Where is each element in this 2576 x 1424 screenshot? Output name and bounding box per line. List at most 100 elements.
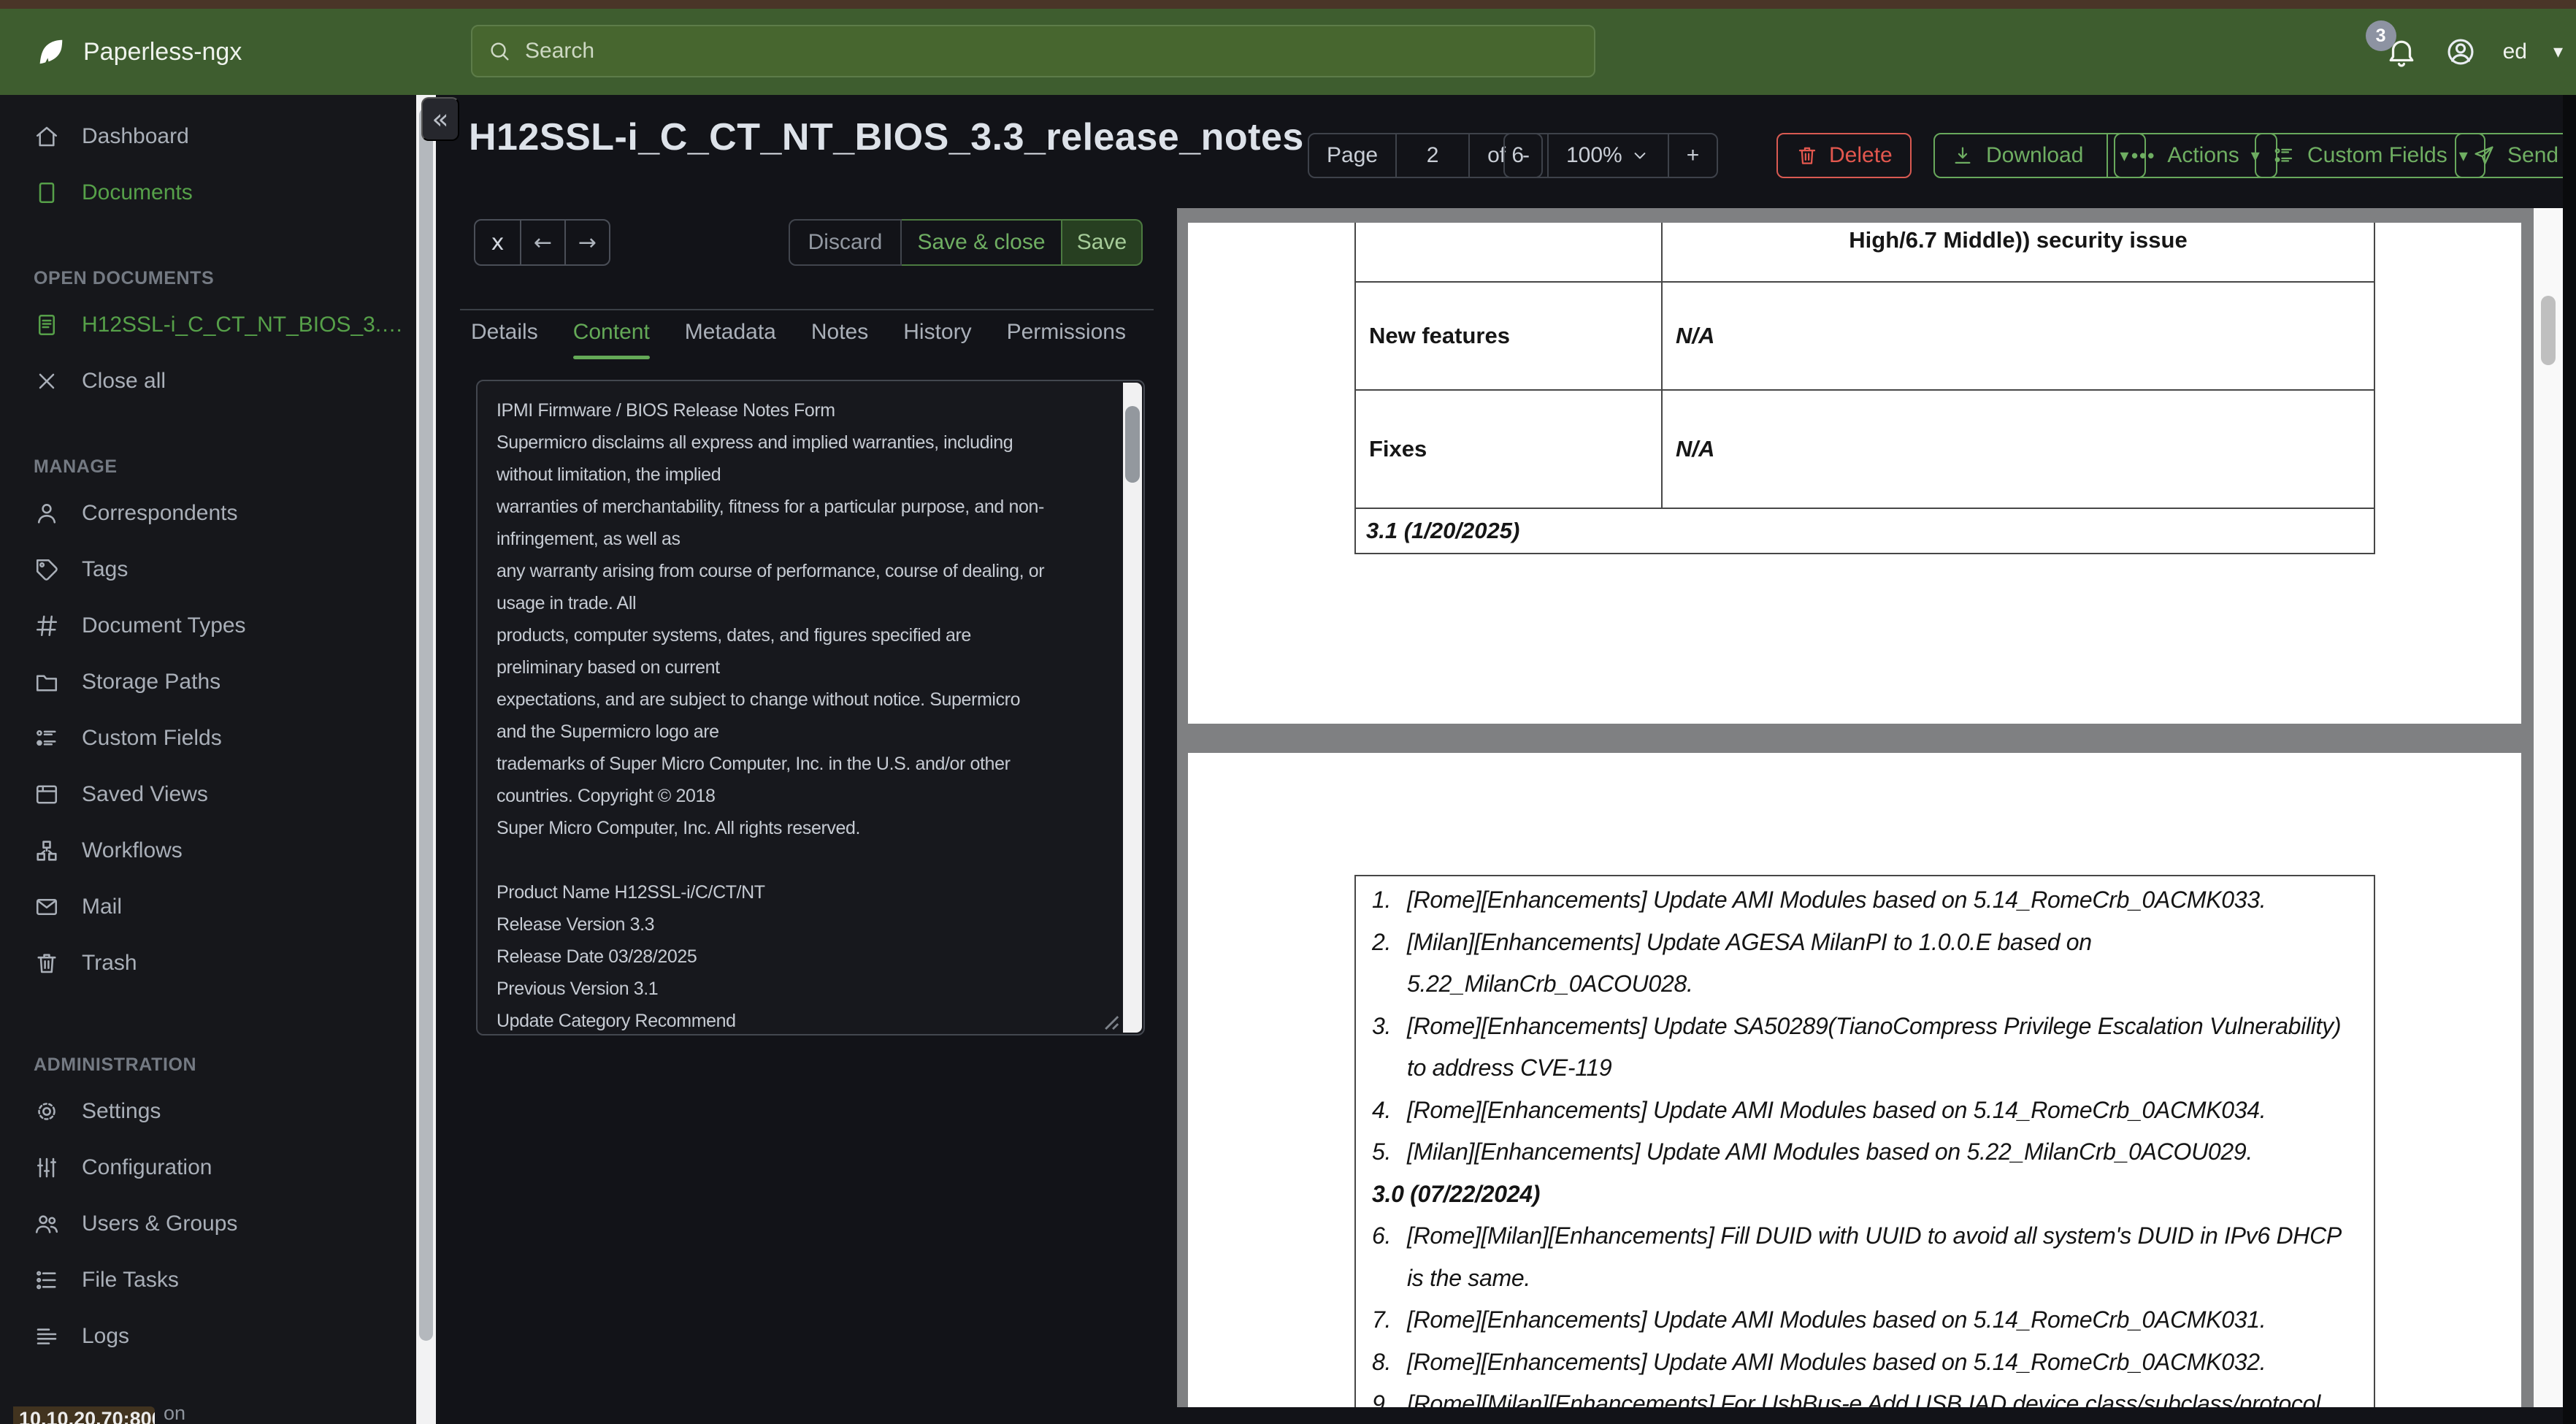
- sidebar-item-h12ssl-i-c-ct-nt-bios-3-3-rel[interactable]: H12SSL-i_C_CT_NT_BIOS_3.3_rel...: [0, 296, 416, 353]
- list-item-text: [Rome][Enhancements] Update AMI Modules …: [1407, 887, 2266, 913]
- sidebar-item-custom-fields[interactable]: Custom Fields: [0, 710, 416, 766]
- sidebar-item-label: Users & Groups: [82, 1211, 238, 1236]
- sidebar-item-label: Close all: [82, 368, 166, 393]
- tasks-icon: [34, 1267, 60, 1293]
- username[interactable]: ed: [2503, 39, 2527, 64]
- file-icon: [34, 180, 60, 206]
- sidebar-scrollbar[interactable]: [416, 95, 436, 1424]
- tab-metadata[interactable]: Metadata: [685, 320, 776, 359]
- sidebar-scrollbar-thumb[interactable]: [419, 108, 433, 1341]
- pdf-page-2: High/6.7 Middle)) security issue New fea…: [1188, 223, 2521, 724]
- list-item-text: [Milan][Enhancements] Update AGESA Milan…: [1407, 928, 2092, 998]
- changelog-list-item: 8. [Rome][Enhancements] Update AMI Module…: [1356, 1341, 2362, 1384]
- sidebar-item-label: Logs: [82, 1323, 130, 1348]
- delete-button[interactable]: Delete: [1776, 133, 1912, 178]
- sidebar-item-label: Configuration: [82, 1155, 212, 1179]
- tag-icon: [34, 556, 60, 583]
- sidebar-section-title: ADMINISTRATION: [34, 1054, 197, 1075]
- table-cell: Fixes: [1356, 391, 1663, 508]
- pdf-page-3: 1. [Rome][Enhancements] Update AMI Module…: [1188, 753, 2521, 1407]
- tab-content[interactable]: Content: [572, 320, 650, 359]
- next-document-button[interactable]: →: [564, 221, 609, 264]
- sidebar-item-saved-views[interactable]: Saved Views: [0, 766, 416, 822]
- home-icon: [34, 123, 60, 150]
- mail-icon: [34, 894, 60, 920]
- table-cell: N/A: [1676, 436, 1715, 462]
- tab-history[interactable]: History: [903, 320, 971, 359]
- tab-permissions[interactable]: Permissions: [1007, 320, 1126, 359]
- panel-divider: [460, 309, 1154, 310]
- custom-fields-button[interactable]: Custom Fields ▾: [2255, 133, 2485, 178]
- list-item-number: 5.: [1372, 1138, 1392, 1165]
- sidebar-item-settings[interactable]: Settings: [0, 1083, 416, 1139]
- textarea-scrollbar-thumb[interactable]: [1125, 406, 1140, 483]
- brand[interactable]: Paperless-ngx: [34, 9, 242, 95]
- notification-badge: 3: [2365, 20, 2396, 51]
- sidebar-item-mail[interactable]: Mail: [0, 878, 416, 935]
- sidebar-item-trash[interactable]: Trash: [0, 935, 416, 991]
- list-item-number: 8.: [1372, 1348, 1392, 1375]
- list-item-text: [Rome][Milan][Enhancements] Fill DUID wi…: [1407, 1222, 2341, 1291]
- save-and-close-button[interactable]: Save & close: [902, 219, 1062, 266]
- zoom-in-button[interactable]: +: [1667, 134, 1717, 177]
- sidebar-item-label: Tags: [82, 556, 129, 581]
- changelog-version-heading: 3.0 (07/22/2024): [1372, 1180, 1541, 1207]
- sidebar-item-workflows[interactable]: Workflows: [0, 822, 416, 878]
- folder-icon: [34, 669, 60, 695]
- zoom-level-dropdown[interactable]: 100%: [1547, 134, 1668, 177]
- save-group: Discard Save & close Save: [789, 219, 1143, 266]
- delete-label: Delete: [1829, 143, 1893, 167]
- tab-details[interactable]: Details: [471, 320, 538, 359]
- sidebar-item-tags[interactable]: Tags: [0, 541, 416, 597]
- sidebar-item-label: Mail: [82, 894, 123, 919]
- lines-icon: [34, 1323, 60, 1350]
- save-button[interactable]: Save: [1062, 219, 1143, 266]
- pdf-scrollbar-thumb[interactable]: [2541, 296, 2556, 365]
- paperless-app: Paperless-ngx 3 ed ▾ Dashboard Documents O…: [0, 0, 2576, 1424]
- previous-document-button[interactable]: ←: [520, 221, 564, 264]
- global-search[interactable]: [471, 25, 1595, 77]
- user-avatar-icon[interactable]: [2445, 36, 2477, 68]
- release-notes-table: High/6.7 Middle)) security issue New fea…: [1354, 223, 2375, 554]
- zoom-out-button[interactable]: -: [1505, 134, 1547, 177]
- download-label: Download: [1986, 143, 2084, 167]
- sidebar-section-title: OPEN DOCUMENTS: [34, 268, 215, 288]
- user-menu-caret-icon[interactable]: ▾: [2553, 41, 2563, 63]
- textarea-resize-handle[interactable]: [1095, 1006, 1120, 1031]
- sidebar-item-document-types[interactable]: Document Types: [0, 597, 416, 654]
- changelog-list-item: 1. [Rome][Enhancements] Update AMI Module…: [1356, 879, 2362, 922]
- pdf-viewer: High/6.7 Middle)) security issue New fea…: [1177, 208, 2563, 1407]
- collapse-sidebar-button[interactable]: «: [421, 97, 459, 141]
- navbar-right: 3 ed ▾: [2365, 9, 2563, 95]
- sidebar-item-correspondents[interactable]: Correspondents: [0, 485, 416, 541]
- sidebar-item-documents[interactable]: Documents: [0, 164, 416, 221]
- close-document-button[interactable]: x: [475, 221, 520, 264]
- brand-name: Paperless-ngx: [83, 37, 242, 66]
- sidebar-item-file-tasks[interactable]: File Tasks: [0, 1252, 416, 1308]
- download-icon: [1951, 144, 1974, 167]
- status-url: 10.10.20.70:8000: [19, 1408, 155, 1424]
- sidebar-item-label: Settings: [82, 1098, 161, 1123]
- table-row: Fixes N/A: [1356, 389, 2374, 508]
- table-cell: N/A: [1676, 323, 1715, 348]
- page-number-input[interactable]: 2: [1395, 134, 1468, 177]
- actions-button[interactable]: ••• Actions ▾: [2114, 133, 2277, 178]
- window-right-strip: [2563, 95, 2576, 1424]
- sidebar-item-logs[interactable]: Logs: [0, 1308, 416, 1364]
- discard-button[interactable]: Discard: [789, 219, 902, 266]
- sidebar-item-dashboard[interactable]: Dashboard: [0, 108, 416, 164]
- search-input[interactable]: [525, 39, 1579, 64]
- content-textarea[interactable]: IPMI Firmware / BIOS Release Notes Form …: [476, 380, 1145, 1036]
- tab-notes[interactable]: Notes: [811, 320, 868, 359]
- notifications-button[interactable]: 3: [2365, 20, 2418, 69]
- trash-icon: [1795, 144, 1819, 167]
- sidebar-item-close-all[interactable]: Close all: [0, 353, 416, 409]
- x-icon: [34, 368, 60, 394]
- sidebar-item-configuration[interactable]: Configuration: [0, 1139, 416, 1195]
- sidebar-item-label: H12SSL-i_C_CT_NT_BIOS_3.3_rel...: [82, 312, 405, 337]
- sidebar-item-users-groups[interactable]: Users & Groups: [0, 1195, 416, 1252]
- send-button[interactable]: Send ▾: [2455, 133, 2576, 178]
- pdf-scrollbar[interactable]: [2534, 208, 2563, 1407]
- list-item-number: 1.: [1372, 887, 1392, 913]
- sidebar-item-storage-paths[interactable]: Storage Paths: [0, 654, 416, 710]
